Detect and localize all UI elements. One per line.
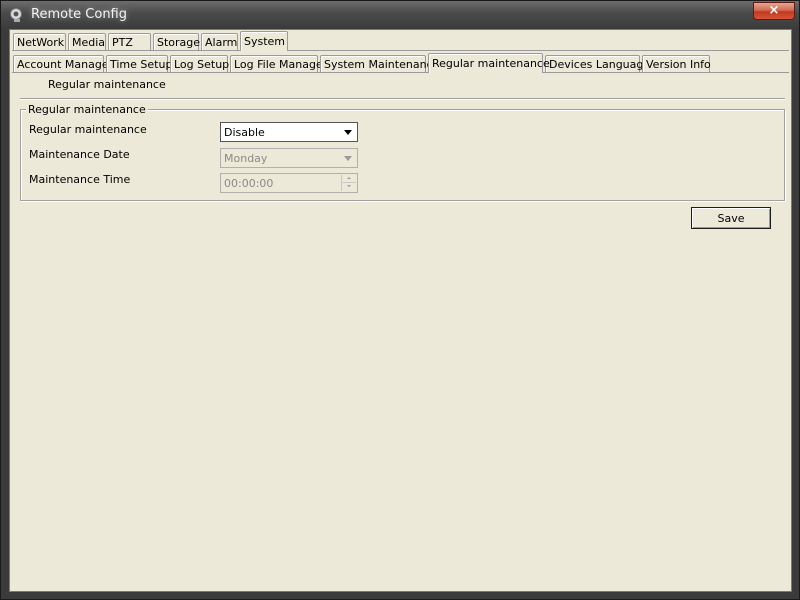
tab-alarm[interactable]: Alarm [201,33,238,51]
tab-media[interactable]: Media [68,33,106,51]
maintenance-time-value: 00:00:00 [224,177,274,190]
top-tab-strip: NetWork Media PTZ Storage Alarm System [10,31,791,51]
top-tab-baseline [12,50,789,51]
regular-maintenance-label: Regular maintenance [29,123,147,136]
window-title: Remote Config [31,7,128,22]
close-icon: × [768,3,780,18]
tab-log-setup[interactable]: Log Setup [170,55,229,73]
save-button[interactable]: Save [691,207,771,229]
tab-system-maintenance[interactable]: System Maintenance [320,55,439,73]
client-area: NetWork Media PTZ Storage Alarm System A… [9,29,792,592]
maintenance-time-field: 00:00:00 [220,173,358,193]
tab-devices-language[interactable]: Devices Language [545,55,650,73]
page-title: Regular maintenance [48,78,166,91]
regular-maintenance-select[interactable]: Disable [220,122,358,142]
remote-config-window: Remote Config × NetWork Media PTZ Storag… [0,0,800,600]
spin-up-icon [341,175,356,183]
tab-network[interactable]: NetWork [13,33,66,51]
tab-time-setup[interactable]: Time Setup [106,55,172,73]
chevron-down-icon [341,150,356,166]
chevron-down-icon[interactable] [341,124,356,140]
close-button[interactable]: × [753,2,795,20]
system-tab-strip: Account Manage Time Setup Log Setup Log … [10,53,791,73]
tab-system[interactable]: System [240,31,288,51]
tab-regular-maintenance[interactable]: Regular maintenance [428,53,550,73]
title-bar[interactable]: Remote Config × [1,1,799,29]
spin-down-icon [341,183,356,191]
maintenance-date-select: Monday [220,148,358,168]
maintenance-date-value: Monday [224,152,268,165]
maintenance-date-label: Maintenance Date [29,148,130,161]
section-divider [20,98,785,100]
tab-ptz[interactable]: PTZ [108,33,151,51]
system-tab-baseline [12,72,789,73]
tab-account-manage[interactable]: Account Manage [13,55,109,73]
tab-log-file-manage[interactable]: Log File Manage [230,55,323,73]
tab-version-info[interactable]: Version Info [642,55,711,73]
camera-app-icon [10,8,22,22]
tab-storage[interactable]: Storage [153,33,200,51]
regular-maintenance-value: Disable [224,126,265,139]
maintenance-time-label: Maintenance Time [29,173,131,186]
group-title: Regular maintenance [26,103,148,116]
